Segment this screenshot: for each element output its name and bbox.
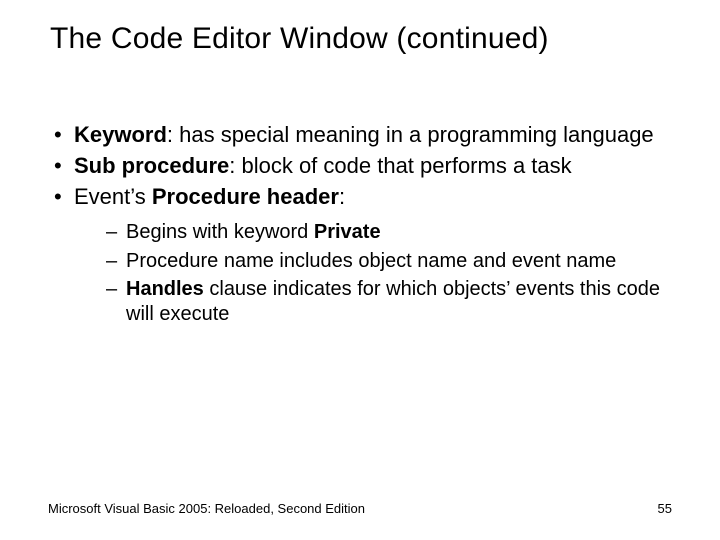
sub-post: clause indicates for which objects’ even… — [126, 278, 660, 324]
sub-bold: Private — [314, 221, 381, 243]
sub-bold: Handles — [126, 278, 204, 300]
sub-list: Begins with keyword Private Procedure na… — [74, 220, 672, 326]
bullet-item: Sub procedure: block of code that perfor… — [48, 153, 672, 180]
bullet-term: Sub procedure — [74, 153, 229, 178]
bullet-text: : block of code that performs a task — [229, 153, 571, 178]
footer-source: Microsoft Visual Basic 2005: Reloaded, S… — [48, 501, 365, 516]
sub-item: Handles clause indicates for which objec… — [106, 277, 672, 326]
bullet-text: : has special meaning in a programming l… — [167, 122, 654, 147]
bullet-item: Keyword: has special meaning in a progra… — [48, 122, 672, 149]
sub-item: Begins with keyword Private — [106, 220, 672, 244]
bullet-item: Event’s Procedure header: Begins with ke… — [48, 184, 672, 326]
sub-pre: Begins with keyword — [126, 221, 314, 243]
slide-body: Keyword: has special meaning in a progra… — [48, 122, 672, 330]
bullet-term: Procedure header — [152, 184, 339, 209]
sub-item: Procedure name includes object name and … — [106, 249, 672, 273]
footer-page-number: 55 — [658, 501, 672, 516]
bullet-prefix: Event’s — [74, 184, 152, 209]
bullet-term: Keyword — [74, 122, 167, 147]
slide: The Code Editor Window (continued) Keywo… — [0, 0, 720, 540]
sub-pre: Procedure name includes object name and … — [126, 250, 616, 272]
bullet-list: Keyword: has special meaning in a progra… — [48, 122, 672, 326]
bullet-text: : — [339, 184, 345, 209]
slide-title: The Code Editor Window (continued) — [50, 22, 690, 56]
